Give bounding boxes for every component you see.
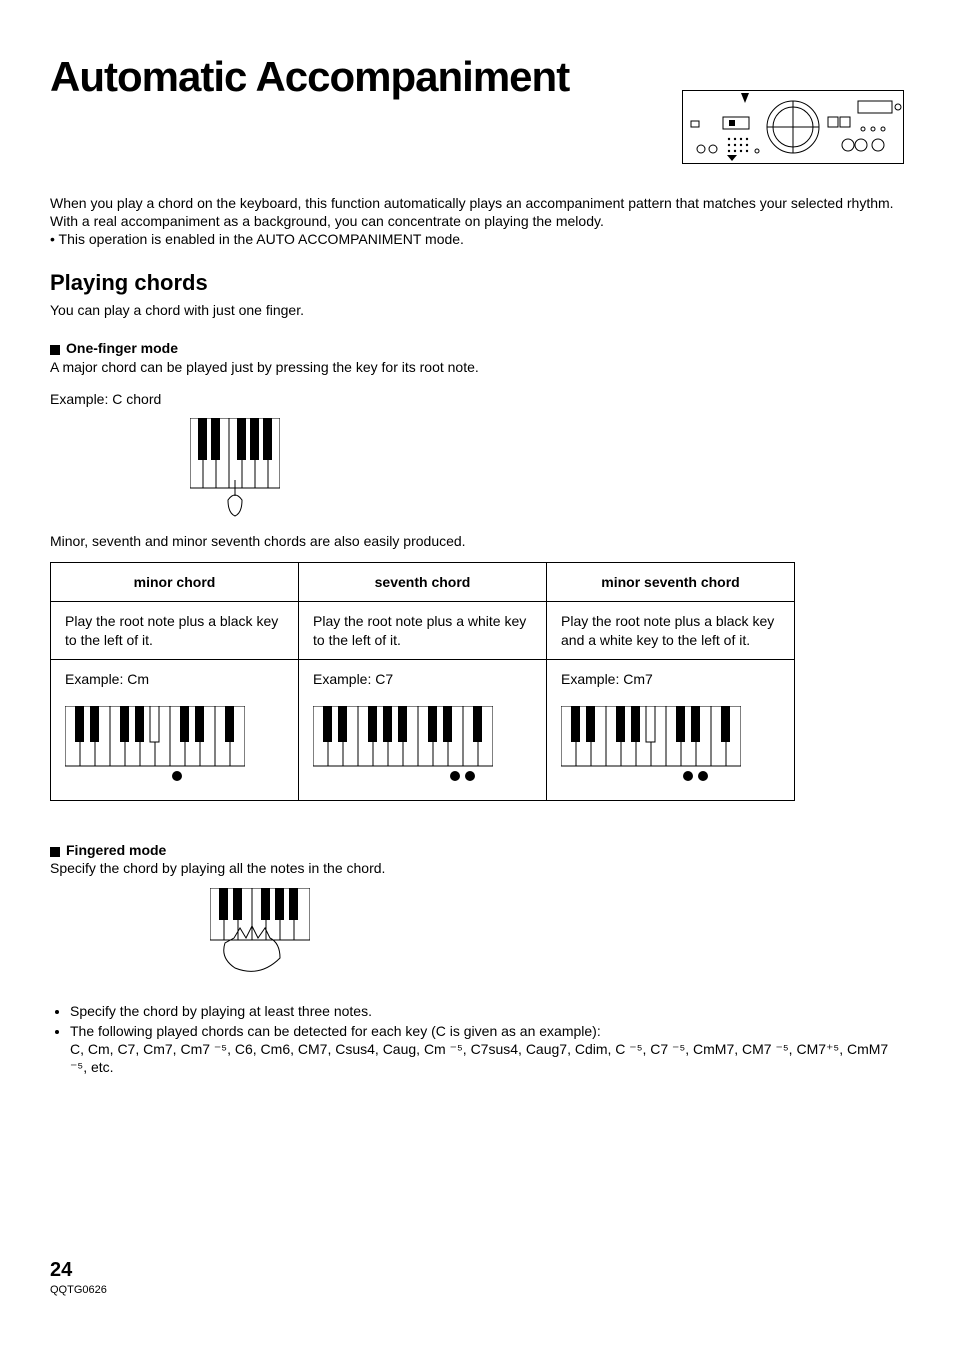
square-bullet-icon — [50, 345, 60, 355]
td-minor-example: Example: Cm — [51, 659, 299, 800]
td-minor-desc: Play the root note plus a black key to t… — [51, 602, 299, 659]
fingered-mode-desc: Specify the chord by playing all the not… — [50, 859, 904, 877]
chord-table: minor chord seventh chord minor seventh … — [50, 562, 795, 801]
td-seventh-example: Example: C7 — [299, 659, 547, 800]
section-lead: You can play a chord with just one finge… — [50, 301, 904, 319]
page-title: Automatic Accompaniment — [50, 50, 569, 105]
td-minor-seventh-example: Example: Cm7 — [547, 659, 795, 800]
keyboard-diagram-c-chord — [190, 418, 904, 522]
fingered-notes-list: Specify the chord by playing at least th… — [70, 1002, 904, 1077]
one-finger-tail: Minor, seventh and minor seventh chords … — [50, 532, 904, 550]
section-heading-playing-chords: Playing chords — [50, 269, 904, 298]
th-minor-seventh: minor seventh chord — [547, 563, 795, 602]
th-minor: minor chord — [51, 563, 299, 602]
th-seventh: seventh chord — [299, 563, 547, 602]
td-minor-seventh-desc: Play the root note plus a black key and … — [547, 602, 795, 659]
example-label-c-chord: Example: C chord — [50, 390, 904, 408]
td-seventh-desc: Play the root note plus a white key to t… — [299, 602, 547, 659]
keyboard-diagram-fingered — [210, 888, 904, 982]
page-number: 24 — [50, 1259, 72, 1281]
intro-paragraph: When you play a chord on the keyboard, t… — [50, 194, 904, 249]
one-finger-mode-heading: One-finger mode — [50, 339, 904, 357]
page-footer: 24 QQTG0626 — [50, 1257, 904, 1297]
document-id: QQTG0626 — [50, 1283, 904, 1297]
one-finger-mode-desc: A major chord can be played just by pres… — [50, 358, 510, 376]
list-item: Specify the chord by playing at least th… — [70, 1002, 904, 1020]
fingered-mode-heading: Fingered mode — [50, 841, 904, 859]
square-bullet-icon — [50, 847, 60, 857]
list-item: The following played chords can be detec… — [70, 1022, 904, 1077]
instrument-panel-illustration — [682, 90, 904, 164]
